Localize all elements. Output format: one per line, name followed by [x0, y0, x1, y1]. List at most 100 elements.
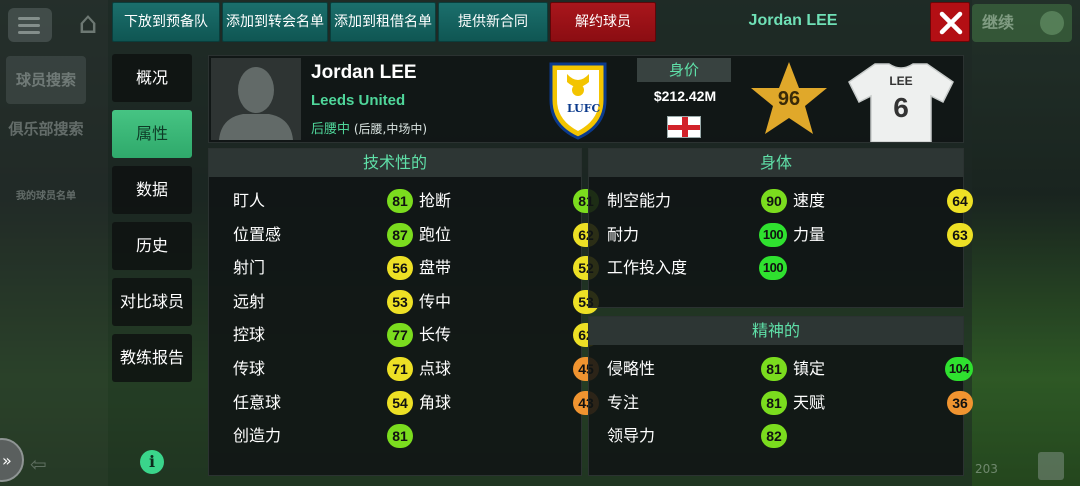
add-to-loan-list-button[interactable]: 添加到租借名单: [330, 2, 436, 42]
stat-value-badge: 100: [759, 256, 787, 281]
stat-row: 力量 63: [793, 219, 973, 251]
stat-label: 跑位: [419, 224, 452, 244]
tab-history[interactable]: 历史: [112, 222, 192, 270]
stat-label: 传球: [233, 359, 266, 378]
stat-value-badge: 77: [387, 323, 413, 348]
technical-title: 技术性的: [209, 149, 581, 177]
mental-panel: 精神的 侵略性 81 专注 81 领导力 82 镇定 104 天赋 36: [588, 316, 973, 476]
stat-row: 长传 62: [419, 319, 599, 351]
rating-star: 96: [749, 60, 829, 138]
background-counter: 203: [975, 462, 998, 476]
back-arrow-icon: ⇦: [30, 452, 47, 476]
stat-row: 射门 56: [233, 252, 413, 284]
chevron-right-icon: »: [2, 451, 12, 470]
stat-row: 创造力 81: [233, 420, 413, 452]
stat-value-badge: 64: [947, 189, 973, 213]
offer-new-contract-button[interactable]: 提供新合同: [438, 2, 548, 42]
stat-row: 跑位 62: [419, 219, 599, 251]
physical-panel: 身体 制空能力 90 耐力 100 工作投入度 100 速度 64 力量 63: [588, 148, 973, 308]
stat-value-badge: 82: [761, 424, 787, 449]
stat-label: 位置感: [233, 224, 282, 244]
stat-row: 制空能力 90: [607, 185, 787, 217]
stat-row: 专注 81: [607, 387, 787, 419]
market-value: 身价 $212.42M: [637, 58, 733, 142]
background-tab-my-list: 我的球员名单: [16, 191, 76, 202]
player-name: Jordan LEE: [311, 62, 417, 83]
demote-to-reserves-button[interactable]: 下放到预备队: [112, 2, 220, 42]
stat-row: 传中 53: [419, 286, 599, 318]
stat-row: 传球 71: [233, 353, 413, 385]
background-tab-player-search: 球员搜索: [6, 56, 86, 104]
menu-icon: [8, 8, 52, 42]
stat-label: 速度: [793, 191, 826, 210]
club-crest-icon: LUFC: [545, 60, 611, 140]
stat-value-badge: 53: [387, 289, 413, 314]
technical-panel: 技术性的 盯人 81 位置感 87 射门 56 远射 53 控球 77 传球 71 任意球 54 创造力 81…: [208, 148, 599, 476]
save-icon: [1038, 452, 1064, 480]
stat-label: 力量: [793, 224, 826, 244]
shirt-icon: LEE 6: [845, 60, 957, 143]
stat-label: 创造力: [233, 426, 282, 446]
physical-title: 身体: [589, 149, 963, 177]
crest-letters: LUFC: [567, 102, 601, 115]
stat-row: 工作投入度 100: [607, 252, 787, 284]
stat-row: 耐力 100: [607, 219, 787, 251]
stat-label: 射门: [233, 258, 266, 278]
stat-label: 领导力: [607, 426, 656, 446]
player-rating: 96: [777, 88, 801, 110]
stat-value-badge: 54: [387, 390, 413, 415]
stat-value-badge: 104: [945, 357, 973, 381]
player-card: Jordan LEE Leeds United 后腰中 (后腰,中场中) LUF…: [208, 55, 964, 143]
stat-label: 远射: [233, 291, 266, 311]
stat-row: 速度 64: [793, 185, 973, 217]
stat-label: 角球: [419, 392, 452, 412]
stat-value-badge: 81: [387, 189, 413, 213]
player-club[interactable]: Leeds United: [311, 92, 405, 109]
value-amount: $212.42M: [653, 88, 717, 104]
close-button[interactable]: [930, 2, 970, 42]
home-icon: ⌂: [78, 6, 98, 41]
tab-stats[interactable]: 数据: [112, 166, 192, 214]
tab-coach-report[interactable]: 教练报告: [112, 334, 192, 382]
stat-value-badge: 56: [387, 256, 413, 281]
stat-value-badge: 81: [761, 390, 787, 415]
continue-label: 继续: [982, 13, 1015, 32]
avatar-silhouette-icon: [219, 67, 293, 140]
tab-compare-player[interactable]: 对比球员: [112, 278, 192, 326]
stat-value-badge: 81: [761, 357, 787, 381]
stat-label: 专注: [607, 392, 640, 412]
stat-label: 工作投入度: [607, 258, 688, 278]
header-player-name: Jordan LEE: [748, 12, 838, 29]
stat-label: 镇定: [793, 359, 826, 378]
stat-label: 盯人: [233, 191, 266, 210]
stat-label: 盘带: [419, 258, 452, 278]
shirt-name: LEE: [889, 74, 913, 88]
stat-row: 控球 77: [233, 319, 413, 351]
stat-value-badge: 36: [947, 390, 973, 415]
tab-overview[interactable]: 概况: [112, 54, 192, 102]
stat-row: 盯人 81: [233, 185, 413, 217]
stat-row: 点球 45: [419, 353, 599, 385]
add-to-transfer-list-button[interactable]: 添加到转会名单: [222, 2, 328, 42]
stat-label: 控球: [233, 325, 266, 345]
position-main: 后腰中: [311, 122, 351, 137]
stat-value-badge: 71: [387, 357, 413, 381]
player-dialog: 下放到预备队 添加到转会名单 添加到租借名单 提供新合同 解约球员 Jordan…: [108, 0, 973, 486]
stat-row: 位置感 87: [233, 219, 413, 251]
stat-label: 侵略性: [607, 359, 656, 378]
stat-row: 天赋 36: [793, 387, 973, 419]
stat-value-badge: 81: [387, 424, 413, 449]
close-icon: [939, 11, 963, 35]
background-continue-button: 继续: [972, 4, 1072, 42]
stat-label: 抢断: [419, 191, 452, 210]
stat-label: 点球: [419, 359, 452, 378]
stat-row: 领导力 82: [607, 420, 787, 452]
england-flag-icon: [667, 116, 701, 138]
stat-value-badge: 100: [759, 222, 787, 247]
release-player-button[interactable]: 解约球员: [550, 2, 656, 42]
info-icon[interactable]: i: [140, 450, 164, 474]
tab-attributes[interactable]: 属性: [112, 110, 192, 158]
stat-value-badge: 90: [761, 189, 787, 213]
player-position: 后腰中 (后腰,中场中): [311, 118, 427, 137]
player-photo-placeholder: [211, 58, 301, 140]
